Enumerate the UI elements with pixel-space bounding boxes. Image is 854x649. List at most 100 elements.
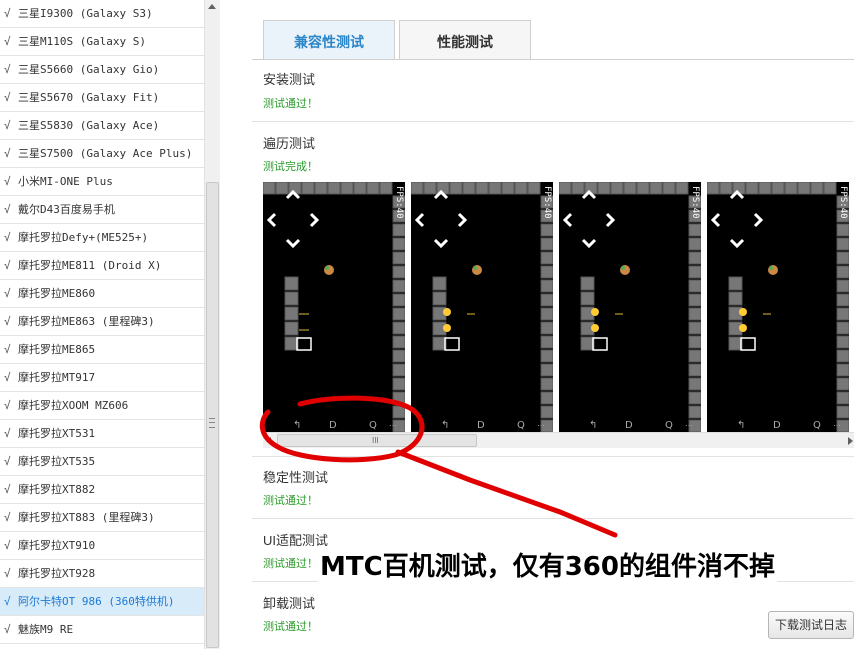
device-list-item[interactable]: √ 三星S7500 (Galaxy Ace Plus) bbox=[0, 140, 204, 168]
check-icon: √ bbox=[4, 147, 11, 160]
device-name: 三星S5830 (Galaxy Ace) bbox=[18, 119, 160, 132]
device-name: 摩托罗拉XT910 bbox=[18, 539, 96, 552]
device-name: 摩托罗拉XT882 bbox=[18, 483, 96, 496]
device-list-item[interactable]: √ 摩托罗拉XT535 bbox=[0, 448, 204, 476]
check-icon: √ bbox=[4, 175, 11, 188]
game-screenshot: ↰ D Q … FPS:40 bbox=[263, 182, 405, 432]
check-icon: √ bbox=[4, 35, 11, 48]
fps-label: FPS:40 bbox=[690, 186, 700, 219]
device-list-item[interactable]: √ 阿尔卡特OT 986 (360特供机) bbox=[0, 588, 204, 616]
device-name: 摩托罗拉Defy+(ME525+) bbox=[18, 231, 149, 244]
check-icon: √ bbox=[4, 427, 11, 440]
device-name: 摩托罗拉ME860 bbox=[18, 287, 96, 300]
scroll-up-icon[interactable] bbox=[208, 4, 216, 9]
stability-test-title: 稳定性测试 bbox=[263, 470, 329, 485]
check-icon: √ bbox=[4, 287, 11, 300]
check-icon: √ bbox=[4, 539, 11, 552]
device-list-item[interactable]: √ 三星I9300 (Galaxy S3) bbox=[0, 0, 204, 28]
svg-text:Q: Q bbox=[517, 420, 525, 431]
scrollbar-thumb[interactable] bbox=[206, 182, 219, 648]
device-list-item[interactable]: √ 摩托罗拉ME860 bbox=[0, 280, 204, 308]
check-icon: √ bbox=[4, 231, 11, 244]
device-list-item[interactable]: √ 摩托罗拉ME863 (里程碑3) bbox=[0, 308, 204, 336]
tab-divider bbox=[252, 59, 854, 60]
svg-text:D: D bbox=[625, 420, 633, 431]
device-sidebar: √ 三星I9300 (Galaxy S3) √ 三星M110S (Galaxy S) √… bbox=[0, 0, 220, 649]
svg-text:…: … bbox=[537, 419, 545, 428]
game-screenshot: ↰ D Q … FPS:40 bbox=[707, 182, 849, 432]
section-divider bbox=[252, 456, 854, 457]
device-list-item[interactable]: √ 戴尔D43百度易手机 bbox=[0, 196, 204, 224]
uninstall-test-status: 测试通过！ bbox=[263, 621, 318, 633]
device-list-item[interactable]: √ 魅族M9 RE bbox=[0, 616, 204, 644]
game-screenshot: ↰ D Q … FPS:40 bbox=[411, 182, 553, 432]
device-name: 三星M110S (Galaxy S) bbox=[18, 35, 146, 48]
uninstall-test-title: 卸载测试 bbox=[263, 596, 316, 611]
install-test-title: 安装测试 bbox=[263, 72, 316, 87]
device-list-item[interactable]: √ 小米MI-ONE Plus bbox=[0, 168, 204, 196]
check-icon: √ bbox=[4, 63, 11, 76]
device-name: 魅族M9 RE bbox=[18, 623, 74, 636]
device-list-item[interactable]: √ 三星S5660 (Galaxy Gio) bbox=[0, 56, 204, 84]
device-name: 三星S5660 (Galaxy Gio) bbox=[18, 63, 160, 76]
scrollbar-thumb[interactable]: III bbox=[277, 434, 477, 447]
svg-text:↰: ↰ bbox=[293, 420, 301, 431]
check-icon: √ bbox=[4, 203, 11, 216]
device-name: 摩托罗拉XOOM MZ606 bbox=[18, 399, 129, 412]
svg-text:↰: ↰ bbox=[441, 420, 449, 431]
ui-adapt-test-status: 测试通过！ bbox=[263, 558, 318, 570]
svg-text:Q: Q bbox=[665, 420, 673, 431]
device-list-item[interactable]: √ 摩托罗拉XT531 bbox=[0, 420, 204, 448]
check-icon: √ bbox=[4, 399, 11, 412]
device-list-item[interactable]: √ 摩托罗拉ME865 bbox=[0, 336, 204, 364]
device-list: √ 三星I9300 (Galaxy S3) √ 三星M110S (Galaxy S) √… bbox=[0, 0, 204, 649]
scrollbar-grip: III bbox=[372, 436, 379, 445]
check-icon: √ bbox=[4, 315, 11, 328]
tab-performance-test[interactable]: 性能测试 bbox=[399, 20, 531, 59]
device-list-item[interactable]: √ 三星M110S (Galaxy S) bbox=[0, 28, 204, 56]
check-icon: √ bbox=[4, 259, 11, 272]
device-list-item[interactable]: √ 三星S5670 (Galaxy Fit) bbox=[0, 84, 204, 112]
scroll-right-icon[interactable] bbox=[848, 437, 853, 445]
screenshot-scrollbar[interactable]: III bbox=[263, 432, 854, 448]
device-list-item[interactable]: √ 摩托罗拉Defy+(ME525+) bbox=[0, 224, 204, 252]
device-name: 摩托罗拉XT531 bbox=[18, 427, 96, 440]
device-list-item[interactable]: √ 摩托罗拉XT910 bbox=[0, 532, 204, 560]
scroll-left-icon[interactable] bbox=[266, 437, 271, 445]
check-icon: √ bbox=[4, 511, 11, 524]
svg-text:↰: ↰ bbox=[589, 420, 597, 431]
check-icon: √ bbox=[4, 595, 11, 608]
device-list-item[interactable]: √ 摩托罗拉MT917 bbox=[0, 364, 204, 392]
device-list-item[interactable]: √ 摩托罗拉XT928 bbox=[0, 560, 204, 588]
device-name: 摩托罗拉XT883 (里程碑3) bbox=[18, 511, 155, 524]
svg-text:Q: Q bbox=[813, 420, 821, 431]
device-name: 摩托罗拉ME811 (Droid X) bbox=[18, 259, 162, 272]
device-list-item[interactable]: √ 三星S5830 (Galaxy Ace) bbox=[0, 112, 204, 140]
fps-label: FPS:40 bbox=[542, 186, 552, 219]
install-test-status: 测试通过！ bbox=[263, 98, 318, 110]
device-list-item[interactable]: √ 摩托罗拉XT883 (里程碑3) bbox=[0, 504, 204, 532]
check-icon: √ bbox=[4, 343, 11, 356]
fps-label: FPS:40 bbox=[394, 186, 404, 219]
svg-text:…: … bbox=[685, 419, 693, 428]
section-divider bbox=[252, 121, 854, 122]
traverse-test-title: 遍历测试 bbox=[263, 136, 316, 151]
device-list-item[interactable]: √ 摩托罗拉XOOM MZ606 bbox=[0, 392, 204, 420]
device-list-item[interactable]: √ 摩托罗拉XT882 bbox=[0, 476, 204, 504]
svg-text:Q: Q bbox=[369, 420, 377, 431]
check-icon: √ bbox=[4, 567, 11, 580]
check-icon: √ bbox=[4, 483, 11, 496]
device-name: 摩托罗拉MT917 bbox=[18, 371, 96, 384]
device-name: 三星S7500 (Galaxy Ace Plus) bbox=[18, 147, 193, 160]
device-name: 戴尔D43百度易手机 bbox=[18, 203, 115, 216]
stability-test-status: 测试通过！ bbox=[263, 495, 318, 507]
check-icon: √ bbox=[4, 623, 11, 636]
tab-compatibility-test[interactable]: 兼容性测试 bbox=[263, 20, 395, 59]
traverse-test-status: 测试完成！ bbox=[263, 161, 318, 173]
device-list-item[interactable]: √ 摩托罗拉ME811 (Droid X) bbox=[0, 252, 204, 280]
device-list-scrollbar[interactable] bbox=[204, 0, 220, 649]
svg-text:↰: ↰ bbox=[737, 420, 745, 431]
device-name: 摩托罗拉XT535 bbox=[18, 455, 96, 468]
check-icon: √ bbox=[4, 371, 11, 384]
download-log-button[interactable]: 下载测试日志 bbox=[768, 611, 854, 639]
